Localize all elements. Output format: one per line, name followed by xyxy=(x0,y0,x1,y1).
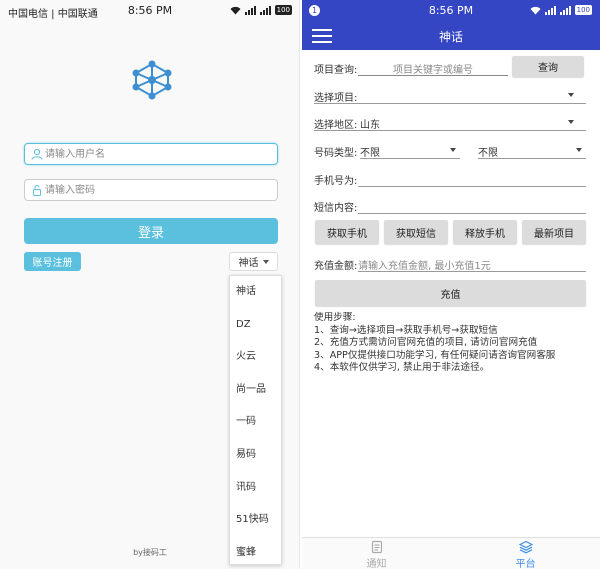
project-query-label: 项目查询: xyxy=(314,65,358,76)
phone-number-row: 手机号为: xyxy=(314,170,586,190)
menu-item-xunma[interactable]: 讯码 xyxy=(230,472,281,505)
sms-content-row: 短信内容: xyxy=(314,197,586,217)
tab-platform[interactable]: 平台 xyxy=(451,540,600,569)
project-query-placeholder: 项目关键字或编号 xyxy=(393,65,473,76)
battery-icon: 100 xyxy=(274,5,292,15)
recharge-label: 充值金额: xyxy=(314,261,358,272)
system-icons: 100 xyxy=(230,5,292,15)
bottom-nav: 通知 平台 xyxy=(302,537,600,569)
select-region-underline xyxy=(314,114,586,131)
instruction-line: 2、充值方式需访问官网充值的项目, 请访问官网充值 xyxy=(314,337,538,348)
sms-content-label: 短信内容: xyxy=(314,203,358,214)
wifi-icon xyxy=(530,6,541,14)
menu-item-yima2[interactable]: 易码 xyxy=(230,439,281,472)
signal-icon xyxy=(544,5,556,15)
release-phone-button[interactable]: 释放手机 xyxy=(453,220,517,244)
dropdown-caret-icon xyxy=(450,148,456,152)
recharge-placeholder: 请输入充值金额, 最小充值1元 xyxy=(358,261,491,272)
layers-icon xyxy=(518,540,533,554)
menu-item-dz[interactable]: DZ xyxy=(230,309,281,342)
notice-icon xyxy=(371,540,382,554)
status-bar: 中国电信 | 中国联通 8:56 PM 100 xyxy=(0,0,299,22)
menu-item-51kuaima[interactable]: 51快码 xyxy=(230,504,281,537)
app-bar: 神话 xyxy=(302,22,600,50)
login-button[interactable]: 登录 xyxy=(24,218,278,244)
caret-down-icon xyxy=(262,259,269,264)
username-input[interactable] xyxy=(45,146,273,162)
number-type-value-1: 不限 xyxy=(360,148,380,159)
network-molecule-icon xyxy=(132,60,172,100)
sms-content-field[interactable] xyxy=(358,197,586,214)
source-select[interactable]: 神话 xyxy=(229,252,278,271)
recharge-amount-input[interactable]: 请输入充值金额, 最小充值1元 xyxy=(358,255,586,272)
select-region-row[interactable]: 选择地区: 山东 xyxy=(314,114,586,134)
password-field[interactable] xyxy=(24,179,278,201)
signal-icon-2 xyxy=(559,5,571,15)
source-dropdown-menu: 神话 DZ 火云 尚一品 一码 易码 讯码 51快码 蜜蜂 xyxy=(229,275,282,565)
signal-icon xyxy=(244,5,256,15)
get-sms-button[interactable]: 获取短信 xyxy=(384,220,448,244)
recharge-row: 充值金额: 请输入充值金额, 最小充值1元 xyxy=(314,255,586,275)
number-type-select-1[interactable]: 不限 xyxy=(360,142,460,159)
platform-screen: 1 8:56 PM 100 神话 项目查询: 项目关键字或编号 查询 选择项目:… xyxy=(302,0,600,569)
footer-credit: by接码工 xyxy=(133,548,167,557)
user-icon xyxy=(31,148,43,160)
instruction-line: 3、APP仅提供接口功能学习, 有任何疑问请咨询官网客服 xyxy=(314,349,556,361)
number-type-label: 号码类型: xyxy=(314,148,358,159)
phone-number-label: 手机号为: xyxy=(314,176,358,187)
select-project-underline xyxy=(314,87,586,104)
system-icons: 100 xyxy=(530,5,592,15)
tab-notice[interactable]: 通知 xyxy=(302,540,451,569)
status-bar: 1 8:56 PM 100 xyxy=(302,0,600,22)
page-title: 神话 xyxy=(438,30,463,44)
instructions-heading: 使用步骤: xyxy=(314,312,356,323)
battery-icon: 100 xyxy=(574,5,592,15)
latest-projects-button[interactable]: 最新项目 xyxy=(522,220,586,244)
username-field[interactable] xyxy=(24,143,278,165)
get-phone-button[interactable]: 获取手机 xyxy=(315,220,379,244)
menu-item-shangyipin[interactable]: 尚一品 xyxy=(230,374,281,407)
menu-item-yima[interactable]: 一码 xyxy=(230,406,281,439)
instructions: 使用步骤: 1、查询→选择项目→获取手机号→获取短信 2、充值方式需访问官网充值… xyxy=(314,312,594,375)
instruction-line: 4、本软件仅供学习, 禁止用于非法途径。 xyxy=(314,362,490,373)
dropdown-caret-icon xyxy=(576,148,582,152)
register-button[interactable]: 账号注册 xyxy=(24,252,81,271)
select-project-row[interactable]: 选择项目: xyxy=(314,87,586,107)
signal-icon-2 xyxy=(259,5,271,15)
recharge-button[interactable]: 充值 xyxy=(315,280,586,306)
wifi-icon xyxy=(230,6,241,14)
query-button[interactable]: 查询 xyxy=(512,56,584,77)
tab-platform-label: 平台 xyxy=(515,559,536,569)
phone-number-field[interactable] xyxy=(358,170,586,187)
source-select-value: 神话 xyxy=(238,258,259,269)
number-type-value-2: 不限 xyxy=(478,148,498,159)
number-type-row: 号码类型: 不限 不限 xyxy=(314,142,586,162)
number-type-select-2[interactable]: 不限 xyxy=(478,142,586,159)
project-query-input[interactable]: 项目关键字或编号 xyxy=(358,59,508,76)
instruction-line: 1、查询→选择项目→获取手机号→获取短信 xyxy=(314,324,498,336)
login-screen: 中国电信 | 中国联通 8:56 PM 100 登录 账号注册 xyxy=(0,0,300,569)
lock-icon xyxy=(33,185,41,196)
menu-item-shenhua[interactable]: 神话 xyxy=(230,276,281,309)
menu-item-huoyun[interactable]: 火云 xyxy=(230,341,281,374)
tab-notice-label: 通知 xyxy=(366,559,387,569)
password-input[interactable] xyxy=(45,182,273,198)
